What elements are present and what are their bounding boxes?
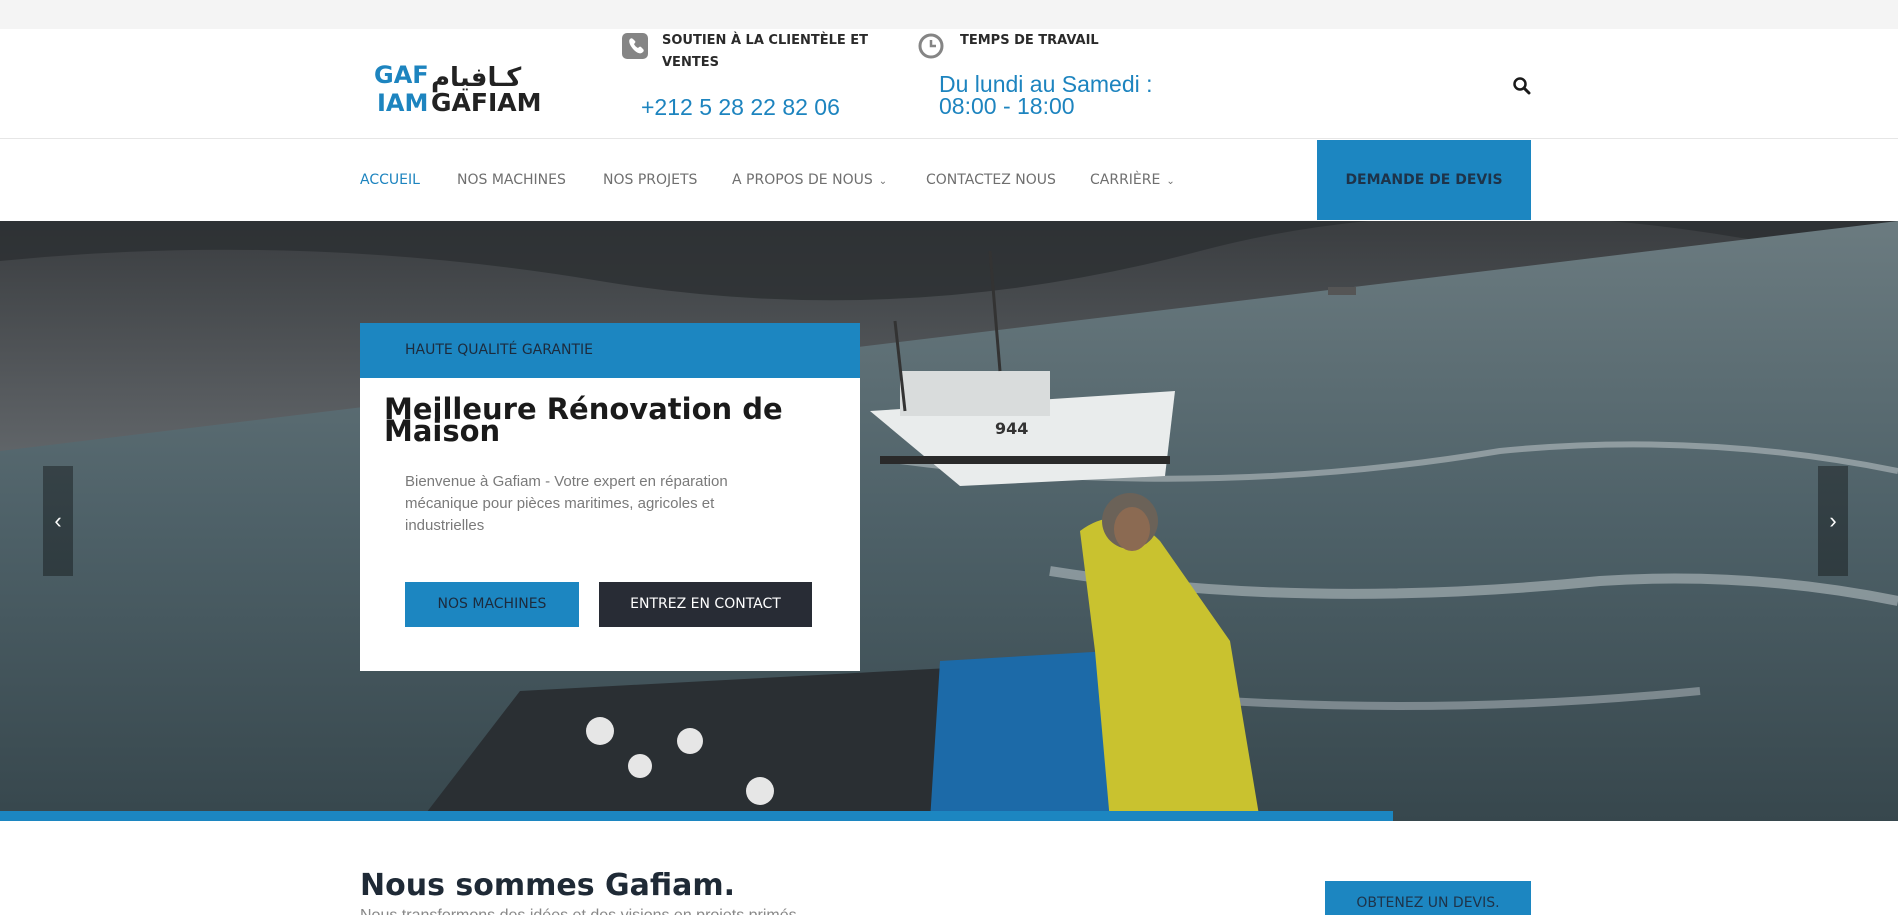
search-icon[interactable] xyxy=(1512,76,1532,96)
hero-slider: 944 ‹ › HAUTE QUALITÉ GARANTIE Meilleure… xyxy=(0,221,1898,821)
gafiam-logo[interactable]: GAF IAM كـافيام GAFIAM xyxy=(374,56,546,116)
nav-item-contactez-nous[interactable]: CONTACTEZ NOUS xyxy=(926,170,1056,190)
svg-text:GAF: GAF xyxy=(374,61,429,89)
svg-text:944: 944 xyxy=(995,419,1028,438)
nav-item-carriere-label: CARRIÈRE xyxy=(1090,172,1161,188)
slider-prev-button[interactable]: ‹ xyxy=(43,466,73,576)
hero-background-image: 944 xyxy=(0,221,1898,821)
nav-item-nos-machines[interactable]: NOS MACHINES xyxy=(457,170,566,190)
slide-tag: HAUTE QUALITÉ GARANTIE xyxy=(360,323,860,378)
nav-item-a-propos[interactable]: A PROPOS DE NOUS ⌄ xyxy=(732,170,891,192)
slider-next-button[interactable]: › xyxy=(1818,466,1848,576)
main-nav: ACCUEIL NOS MACHINES NOS PROJETS A PROPO… xyxy=(0,140,1898,220)
hours-title: TEMPS DE TRAVAIL xyxy=(960,33,1099,48)
about-subtitle: Nous transformons des idées et des visio… xyxy=(360,905,920,915)
top-bar xyxy=(0,0,1898,29)
svg-text:IAM: IAM xyxy=(377,89,428,116)
chevron-down-icon: ⌄ xyxy=(1166,176,1175,187)
svg-text:GAFIAM: GAFIAM xyxy=(431,88,541,116)
hours-value: Du lundi au Samedi : 08:00 - 18:00 xyxy=(939,71,1153,119)
slide-progress-bar xyxy=(0,811,1394,821)
get-quote-button[interactable]: OBTENEZ UN DEVIS. xyxy=(1325,881,1531,915)
support-title: SOUTIEN À LA CLIENTÈLE ET VENTES xyxy=(662,33,869,70)
nav-item-a-propos-label: A PROPOS DE NOUS xyxy=(732,172,873,188)
clock-icon xyxy=(918,33,944,59)
slide-description: Bienvenue à Gafiam - Votre expert en rép… xyxy=(405,473,728,534)
request-quote-button[interactable]: DEMANDE DE DEVIS xyxy=(1317,140,1531,220)
about-title: Nous sommes Gafiam. xyxy=(360,868,736,903)
site-header: GAF IAM كـافيام GAFIAM SOUTIEN À LA CLIE… xyxy=(0,29,1898,139)
nav-item-carriere[interactable]: CARRIÈRE ⌄ xyxy=(1090,170,1178,192)
nav-item-nos-projets[interactable]: NOS PROJETS xyxy=(603,170,697,190)
phone-icon xyxy=(622,33,648,59)
contact-button[interactable]: ENTREZ EN CONTACT xyxy=(599,582,812,627)
chevron-down-icon: ⌄ xyxy=(878,176,888,187)
slide-card: HAUTE QUALITÉ GARANTIE Meilleure Rénovat… xyxy=(360,323,860,671)
nav-item-accueil[interactable]: ACCUEIL xyxy=(360,170,420,190)
nos-machines-button[interactable]: NOS MACHINES xyxy=(405,582,579,627)
phone-number[interactable]: +212 5 28 22 82 06 xyxy=(641,96,840,119)
slide-title: Meilleure Rénovation de Maison xyxy=(384,392,783,448)
